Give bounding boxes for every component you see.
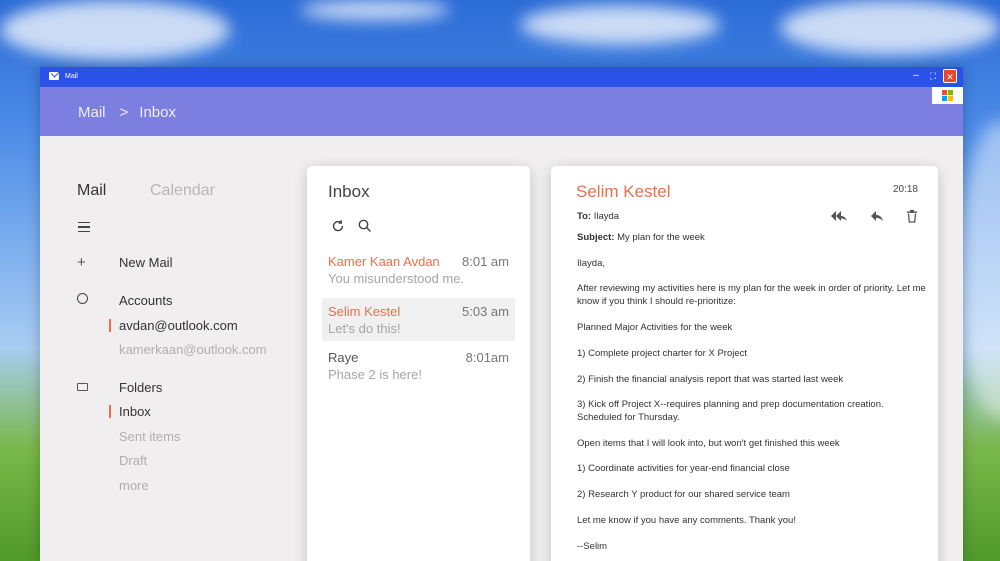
breadcrumb: Mail > Inbox <box>78 104 176 121</box>
breadcrumb-separator: > <box>119 104 129 121</box>
minimize-button[interactable]: – <box>909 69 923 83</box>
message-preview: Phase 2 is here! <box>328 367 422 382</box>
message-body-line: Scheduled for Thursday. <box>577 412 680 423</box>
refresh-icon[interactable] <box>330 218 346 234</box>
message-body-line: know if you think I should re-prioritize… <box>577 296 736 307</box>
message-list-item[interactable]: Raye 8:01am Phase 2 is here! <box>322 344 515 387</box>
folder-item-sent[interactable]: Sent items <box>119 429 180 444</box>
message-body-line: Ilayda, <box>577 258 605 269</box>
search-icon[interactable] <box>357 218 373 234</box>
mail-window: Mail – ⛶ ✕ Mail > Inbox Mail Calendar + Ne… <box>40 67 963 561</box>
accounts-heading[interactable]: Accounts <box>119 293 172 308</box>
message-from: Selim Kestel <box>576 182 671 201</box>
message-body-line: Planned Major Activities for the week <box>577 322 733 333</box>
message-to-line: To: Ilayda <box>577 211 619 222</box>
message-list-item[interactable]: Selim Kestel 5:03 am Let's do this! <box>322 298 515 341</box>
inbox-panel: Inbox Kamer Kaan Avdan 8:01 am You misun… <box>307 166 530 561</box>
inbox-title: Inbox <box>328 182 370 201</box>
delete-icon[interactable] <box>904 209 920 223</box>
folder-item-more[interactable]: more <box>119 478 149 493</box>
breadcrumb-current: Inbox <box>139 104 176 121</box>
message-body-line: After reviewing my activities here is my… <box>577 283 926 294</box>
close-button[interactable]: ✕ <box>943 69 957 83</box>
account-icon <box>77 293 88 304</box>
tab-calendar[interactable]: Calendar <box>150 182 215 200</box>
hamburger-menu-icon[interactable] <box>78 222 90 232</box>
tab-mail[interactable]: Mail <box>77 182 106 200</box>
breadcrumb-root[interactable]: Mail <box>78 104 106 121</box>
maximize-button[interactable]: ⛶ <box>926 69 940 83</box>
windows-logo-icon <box>932 87 963 104</box>
message-body-line: 2) Research Y product for our shared ser… <box>577 489 790 500</box>
message-time: 5:03 am <box>462 304 509 319</box>
active-account-indicator <box>109 319 111 332</box>
message-body-line: Open items that I will look into, but wo… <box>577 438 840 449</box>
navigation-pane: Mail Calendar + New Mail Accounts avdan@… <box>40 136 305 561</box>
message-body-line: Let me know if you have any comments. Th… <box>577 515 796 526</box>
reply-icon[interactable] <box>869 209 885 223</box>
folder-item-draft[interactable]: Draft <box>119 453 147 468</box>
message-body-line: 2) Finish the financial analysis report … <box>577 374 844 385</box>
message-sender: Kamer Kaan Avdan <box>328 254 440 269</box>
message-preview: Let's do this! <box>328 321 401 336</box>
message-sender: Raye <box>328 350 359 365</box>
message-body-line: 3) Kick off Project X--requires planning… <box>577 399 884 410</box>
to-label: To: <box>577 211 592 222</box>
message-body-line: --Selim <box>577 541 608 552</box>
folder-icon <box>77 383 88 391</box>
account-item[interactable]: kamerkaan@outlook.com <box>119 342 267 357</box>
message-subject: My plan for the week <box>617 232 705 243</box>
new-mail-label: New Mail <box>119 255 173 270</box>
reply-all-icon[interactable] <box>829 209 849 223</box>
window-title: Mail <box>65 73 78 80</box>
folders-heading[interactable]: Folders <box>119 380 162 395</box>
folder-item-inbox[interactable]: Inbox <box>119 404 151 419</box>
message-subject-line: Subject: My plan for the week <box>577 232 705 243</box>
reading-pane: Selim Kestel 20:18 To: Ilayda Subject: M… <box>551 166 938 561</box>
plus-icon: + <box>77 254 86 271</box>
message-time: 20:18 <box>892 184 918 195</box>
account-item[interactable]: avdan@outlook.com <box>119 318 238 333</box>
mail-app-icon <box>49 72 59 80</box>
subject-label: Subject: <box>577 232 615 243</box>
message-preview: You misunderstood me. <box>328 271 465 286</box>
message-body-line: 1) Complete project charter for X Projec… <box>577 348 748 359</box>
message-body-line: 1) Coordinate activities for year-end fi… <box>577 463 790 474</box>
message-time: 8:01 am <box>462 254 509 269</box>
active-folder-indicator <box>109 405 111 418</box>
message-time: 8:01am <box>465 350 509 365</box>
message-sender: Selim Kestel <box>328 304 401 319</box>
title-bar: Mail – ⛶ ✕ <box>40 67 963 87</box>
message-list-item[interactable]: Kamer Kaan Avdan 8:01 am You misundersto… <box>322 248 515 291</box>
header-bar: Mail > Inbox <box>40 87 963 136</box>
message-recipient: Ilayda <box>593 211 620 222</box>
